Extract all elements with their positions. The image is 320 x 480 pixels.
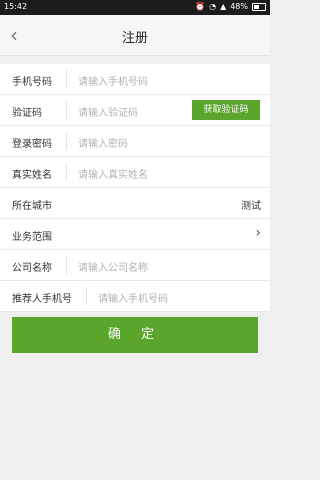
referrer-phone-row: 推荐人手机号 请输入手机号码 bbox=[0, 281, 270, 312]
company-input[interactable]: 请输入公司名称 bbox=[78, 259, 148, 274]
battery-percent: 48% bbox=[230, 2, 248, 11]
divider bbox=[66, 256, 67, 274]
chevron-right-icon: › bbox=[255, 225, 261, 241]
battery-icon bbox=[252, 2, 266, 11]
get-code-button[interactable]: 获取验证码 bbox=[192, 100, 260, 120]
password-input[interactable]: 请输入密码 bbox=[78, 135, 128, 150]
referrer-phone-input[interactable]: 请输入手机号码 bbox=[98, 290, 168, 305]
city-row[interactable]: 所在城市 测试 bbox=[0, 188, 270, 219]
divider bbox=[66, 101, 67, 119]
real-name-input[interactable]: 请输入真实姓名 bbox=[78, 166, 148, 181]
divider bbox=[66, 163, 67, 181]
business-scope-label: 业务范围 bbox=[12, 232, 52, 243]
divider bbox=[66, 70, 67, 88]
code-input[interactable]: 请输入验证码 bbox=[78, 104, 138, 119]
password-row: 登录密码 请输入密码 bbox=[0, 126, 270, 157]
status-time: 15:42 bbox=[4, 2, 28, 11]
password-label: 登录密码 bbox=[12, 139, 52, 150]
divider bbox=[86, 287, 87, 305]
status-icons: ⏰ ◔ ▲ 48% bbox=[195, 2, 266, 11]
register-form: 手机号码 请输入手机号码 验证码 请输入验证码 获取验证码 登录密码 请输入密码… bbox=[0, 64, 270, 312]
wifi-icon: ◔ bbox=[209, 2, 217, 11]
divider bbox=[66, 132, 67, 150]
phone-label: 手机号码 bbox=[12, 77, 52, 88]
code-label: 验证码 bbox=[12, 108, 42, 119]
company-row: 公司名称 请输入公司名称 bbox=[0, 250, 270, 281]
real-name-row: 真实姓名 请输入真实姓名 bbox=[0, 157, 270, 188]
status-bar: 15:42 ⏰ ◔ ▲ 48% bbox=[0, 0, 270, 15]
signal-icon: ▲ bbox=[220, 2, 227, 11]
page-title: 注册 bbox=[121, 31, 148, 46]
phone-input[interactable]: 请输入手机号码 bbox=[78, 73, 148, 88]
code-row: 验证码 请输入验证码 获取验证码 bbox=[0, 95, 270, 126]
company-label: 公司名称 bbox=[12, 263, 52, 274]
business-scope-row[interactable]: 业务范围 › bbox=[0, 219, 270, 250]
city-value: 测试 bbox=[241, 201, 261, 212]
confirm-button[interactable]: 确 定 bbox=[12, 317, 258, 353]
alarm-icon: ⏰ bbox=[195, 2, 206, 11]
real-name-label: 真实姓名 bbox=[12, 170, 52, 181]
city-label: 所在城市 bbox=[12, 201, 52, 212]
referrer-phone-label: 推荐人手机号 bbox=[12, 294, 72, 305]
nav-bar: ‹ 注册 bbox=[0, 15, 270, 56]
phone-row: 手机号码 请输入手机号码 bbox=[0, 64, 270, 95]
